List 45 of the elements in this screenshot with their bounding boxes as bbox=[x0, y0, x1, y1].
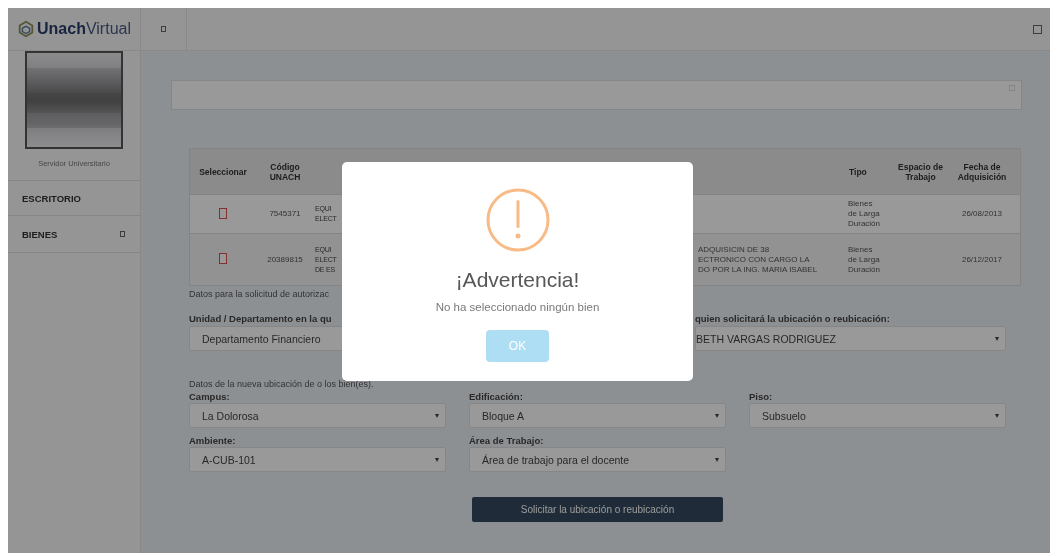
field-label: Campus: bbox=[189, 391, 230, 402]
dropdown[interactable]: Bloque A bbox=[469, 403, 726, 428]
field-label: quien solicitará la ubicación o reubicación: bbox=[695, 313, 890, 324]
logo-icon bbox=[17, 20, 35, 38]
dropdown[interactable]: La Dolorosa bbox=[189, 403, 446, 428]
field-label: Área de Trabajo: bbox=[469, 435, 544, 446]
field-label: Ambiente: bbox=[189, 435, 236, 446]
caret-icon bbox=[715, 413, 719, 418]
caret-icon bbox=[435, 457, 439, 462]
dialog-title: ¡Advertencia! bbox=[455, 268, 580, 292]
form-note: Datos de la nueva ubicación de o los bien(es). bbox=[189, 379, 374, 389]
caret-icon bbox=[995, 413, 999, 418]
dropdown[interactable]: Área de trabajo para el docente bbox=[469, 447, 726, 472]
menu-item[interactable]: BIENES bbox=[8, 215, 140, 253]
field-label: Piso: bbox=[749, 391, 773, 402]
dropdown[interactable]: Subsuelo bbox=[749, 403, 1006, 428]
table-cell: Bienes de Larga Duración bbox=[848, 244, 880, 275]
warning-icon bbox=[485, 188, 550, 252]
column-header: Espacio de Trabajo bbox=[897, 148, 944, 195]
table-cell: ADQUISICIN DE 38 ECTRONICO CON CARGO LA DO POR LA ING. MARIA ISABEL bbox=[698, 244, 818, 275]
square-icon bbox=[161, 26, 166, 32]
dropdown[interactable]: A-CUB-101 bbox=[189, 447, 446, 472]
square-icon bbox=[1033, 24, 1042, 34]
field-label: Unidad / Departamento en la qu bbox=[189, 313, 332, 324]
field-label: Edificación: bbox=[469, 391, 523, 402]
checkbox[interactable] bbox=[219, 253, 227, 264]
form-note: Datos para la solicitud de autorizac bbox=[189, 289, 330, 299]
menu-item[interactable]: ESCRITORIO bbox=[8, 180, 140, 215]
table-cell: Bienes de Larga Duración bbox=[848, 199, 880, 229]
requester-select[interactable]: BETH VARGAS RODRIGUEZ bbox=[695, 326, 1006, 351]
column-header: Tipo bbox=[848, 148, 897, 195]
column-header: Código UNACH bbox=[256, 148, 314, 195]
caret-icon bbox=[715, 457, 719, 462]
table-cell: 26/12/2017 bbox=[961, 254, 1002, 265]
table-cell: 26/08/2013 bbox=[961, 209, 1002, 219]
submit-button[interactable]: Solicitar la ubicación o reubicación bbox=[472, 497, 723, 522]
caret-icon bbox=[995, 336, 999, 341]
table-cell: 20389815 bbox=[267, 254, 303, 265]
logo-text: UnachVirtual bbox=[37, 20, 131, 38]
checkbox[interactable] bbox=[219, 207, 227, 219]
caret-icon bbox=[435, 413, 439, 418]
table-cell: 7545371 bbox=[269, 209, 301, 219]
column-header: Seleccionar bbox=[189, 148, 256, 195]
column-header: Fecha de Adquisición bbox=[944, 148, 1021, 195]
dialog-message: No ha seleccionado ningún bien bbox=[435, 301, 600, 313]
